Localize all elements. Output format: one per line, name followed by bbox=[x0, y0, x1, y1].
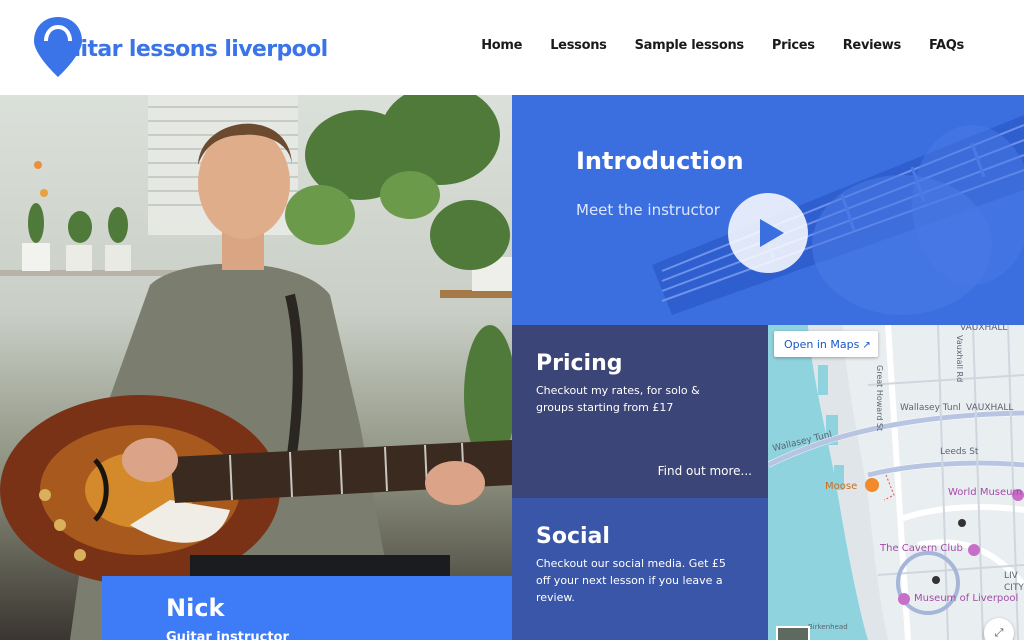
main-nav: Home Lessons Sample lessons Prices Revie… bbox=[481, 38, 964, 53]
map-label-vauxhall-top: VAUXHALL bbox=[960, 325, 1008, 333]
brand-name: Guitar lessons liverpool bbox=[48, 37, 328, 62]
pricing-card[interactable]: Pricing Checkout my rates, for solo & gr… bbox=[512, 325, 768, 498]
instructor-name-card: Nick Guitar instructor bbox=[102, 576, 512, 640]
play-button[interactable] bbox=[728, 193, 808, 273]
site-logo[interactable]: Guitar lessons liverpool bbox=[32, 15, 332, 85]
poi-world-museum[interactable]: World Museum bbox=[948, 487, 1022, 498]
play-icon bbox=[760, 219, 784, 247]
pricing-body: Checkout my rates, for solo & groups sta… bbox=[536, 384, 700, 414]
nav-sample-lessons[interactable]: Sample lessons bbox=[635, 38, 745, 53]
location-map[interactable]: Open in Maps ↗ VAUXHALL Great Howard St V… bbox=[768, 325, 1024, 640]
nav-prices[interactable]: Prices bbox=[772, 38, 815, 53]
fullscreen-icon[interactable]: ⤢ bbox=[984, 618, 1014, 640]
intro-title: Introduction bbox=[576, 147, 744, 175]
social-card[interactable]: Social Checkout our social media. Get £5… bbox=[512, 498, 768, 640]
nav-lessons[interactable]: Lessons bbox=[550, 38, 607, 53]
pricing-title: Pricing bbox=[536, 351, 623, 376]
social-body: Checkout our social media. Get £5 off yo… bbox=[536, 557, 726, 604]
poi-museum-of-liverpool[interactable]: Museum of Liverpool bbox=[914, 593, 1018, 604]
poi-cavern-club[interactable]: The Cavern Club bbox=[880, 543, 963, 554]
map-label-leeds-st: Leeds St bbox=[940, 447, 979, 457]
instructor-role: Guitar instructor bbox=[166, 630, 289, 640]
street-view-thumbnail[interactable] bbox=[776, 626, 810, 640]
poi-moose[interactable]: Moose bbox=[825, 481, 857, 492]
instructor-photo-illustration bbox=[0, 95, 512, 640]
pricing-find-out-more-link[interactable]: Find out more... bbox=[658, 464, 752, 478]
map-label-great-howard: Great Howard St bbox=[875, 365, 884, 432]
open-in-maps-label: Open in Maps bbox=[784, 338, 860, 351]
map-label-liv: LIV bbox=[1004, 571, 1018, 581]
map-label-city: CITY bbox=[1004, 583, 1024, 593]
open-in-maps-button[interactable]: Open in Maps ↗ bbox=[774, 331, 878, 357]
hero-photo: Nick Guitar instructor bbox=[0, 95, 512, 640]
map-label-birkenhead: Birkenhead bbox=[808, 623, 848, 631]
intro-video-panel[interactable]: Introduction Meet the instructor bbox=[512, 95, 1024, 325]
social-title: Social bbox=[536, 524, 610, 549]
nav-faqs[interactable]: FAQs bbox=[929, 38, 964, 53]
map-label-vauxhall-mid: VAUXHALL bbox=[966, 403, 1014, 413]
instructor-name: Nick bbox=[166, 594, 225, 622]
intro-subtitle: Meet the instructor bbox=[576, 201, 720, 219]
site-header: Guitar lessons liverpool Home Lessons Sa… bbox=[0, 0, 1024, 95]
map-label-wallasey-tunl-1: Wallasey Tunl bbox=[900, 403, 961, 413]
nav-reviews[interactable]: Reviews bbox=[843, 38, 902, 53]
external-link-icon: ↗ bbox=[862, 340, 871, 351]
map-label-vauxhall-rd: Vauxhall Rd bbox=[955, 335, 964, 383]
nav-home[interactable]: Home bbox=[481, 38, 522, 53]
